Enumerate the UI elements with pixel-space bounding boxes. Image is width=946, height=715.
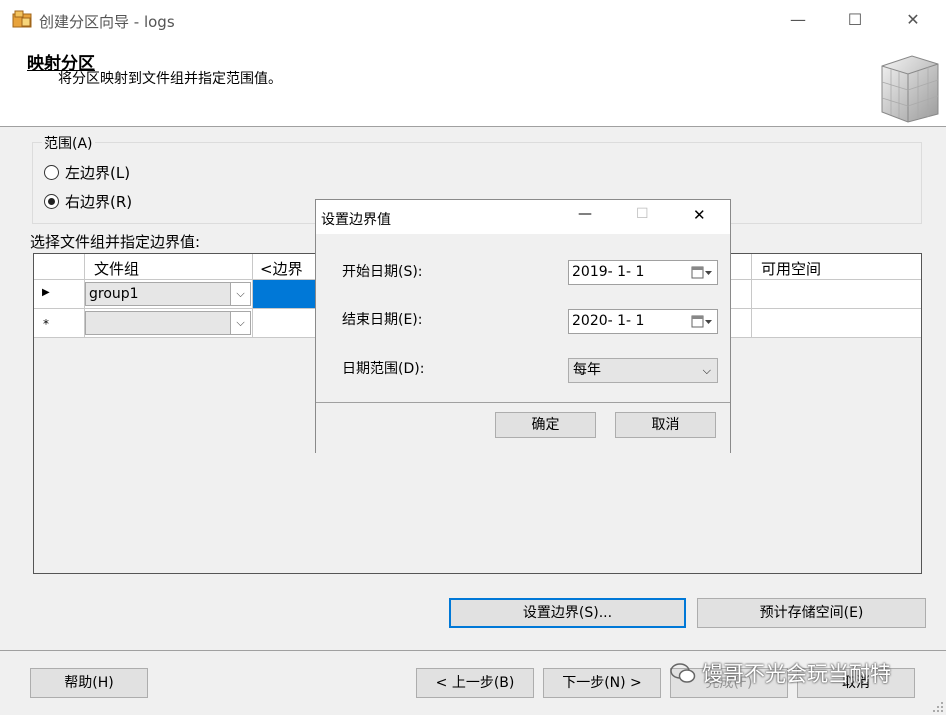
watermark-text: 馒哥不光会玩当耐特: [702, 662, 891, 686]
calendar-dropdown-icon[interactable]: [691, 265, 713, 280]
column-header-boundary[interactable]: <边界: [260, 258, 303, 279]
resize-grip-icon[interactable]: [932, 701, 944, 713]
dialog-minimize-button[interactable]: —: [578, 206, 592, 222]
new-row-indicator-icon: *: [43, 317, 49, 331]
page-subtitle: 将分区映射到文件组并指定范围值。: [58, 71, 282, 87]
calendar-dropdown-icon[interactable]: [691, 314, 713, 329]
footer-divider: [0, 650, 946, 651]
estimate-storage-button[interactable]: 预计存储空间(E): [697, 598, 926, 628]
set-boundary-button[interactable]: 设置边界(S)...: [449, 598, 686, 628]
date-range-label: 日期范围(D):: [342, 361, 425, 377]
chevron-down-icon[interactable]: ⌵: [230, 312, 250, 334]
end-date-label: 结束日期(E):: [342, 312, 423, 328]
minimize-button[interactable]: —: [778, 6, 818, 34]
boundary-cell-selected[interactable]: [253, 280, 315, 308]
wizard-app-icon: [12, 10, 32, 28]
end-date-value: 2020- 1- 1: [572, 313, 645, 329]
dialog-ok-button[interactable]: 确定: [495, 412, 596, 438]
grid-label: 选择文件组并指定边界值:: [30, 233, 201, 251]
close-button[interactable]: ✕: [893, 6, 933, 34]
window-title: 创建分区向导 - logs: [39, 13, 175, 31]
left-boundary-label: 左边界(L): [65, 164, 131, 182]
left-boundary-radio[interactable]: [44, 165, 59, 180]
dialog-close-button[interactable]: ✕: [693, 206, 706, 224]
end-date-picker[interactable]: 2020- 1- 1: [568, 309, 718, 334]
help-button[interactable]: 帮助(H): [30, 668, 148, 698]
left-boundary-option[interactable]: 左边界(L): [44, 162, 130, 183]
back-button[interactable]: < 上一步(B): [416, 668, 534, 698]
filegroup-combo[interactable]: group1 ⌵: [85, 282, 251, 306]
filegroup-combo[interactable]: ⌵: [85, 311, 251, 335]
next-button[interactable]: 下一步(N) >: [543, 668, 661, 698]
maximize-button[interactable]: ☐: [835, 6, 875, 34]
start-date-label: 开始日期(S):: [342, 264, 423, 280]
column-header-filegroup[interactable]: 文件组: [94, 258, 139, 279]
range-group-legend: 范围(A): [42, 133, 95, 153]
date-range-select[interactable]: 每年 ⌵: [568, 358, 718, 383]
dialog-cancel-button[interactable]: 取消: [615, 412, 716, 438]
partition-cube-icon: [881, 55, 939, 123]
chevron-down-icon[interactable]: ⌵: [230, 283, 250, 305]
column-header-available-space[interactable]: 可用空间: [761, 258, 821, 279]
right-boundary-radio[interactable]: [44, 194, 59, 209]
filegroup-value: group1: [89, 286, 139, 302]
dialog-divider: [316, 402, 730, 403]
dialog-title: 设置边界值: [321, 212, 391, 228]
right-boundary-label: 右边界(R): [65, 193, 133, 211]
right-boundary-option[interactable]: 右边界(R): [44, 191, 132, 212]
chevron-down-icon[interactable]: ⌵: [703, 359, 711, 382]
wechat-icon: [670, 663, 696, 683]
watermark: 馒哥不光会玩当耐特: [670, 658, 891, 688]
start-date-value: 2019- 1- 1: [572, 264, 645, 280]
dialog-maximize-button: ☐: [636, 206, 649, 222]
date-range-value: 每年: [573, 362, 601, 378]
start-date-picker[interactable]: 2019- 1- 1: [568, 260, 718, 285]
row-indicator-icon: ▶: [42, 287, 50, 298]
set-boundary-dialog: 设置边界值 — ☐ ✕ 开始日期(S): 2019- 1- 1 结束日期(E):…: [315, 199, 731, 453]
